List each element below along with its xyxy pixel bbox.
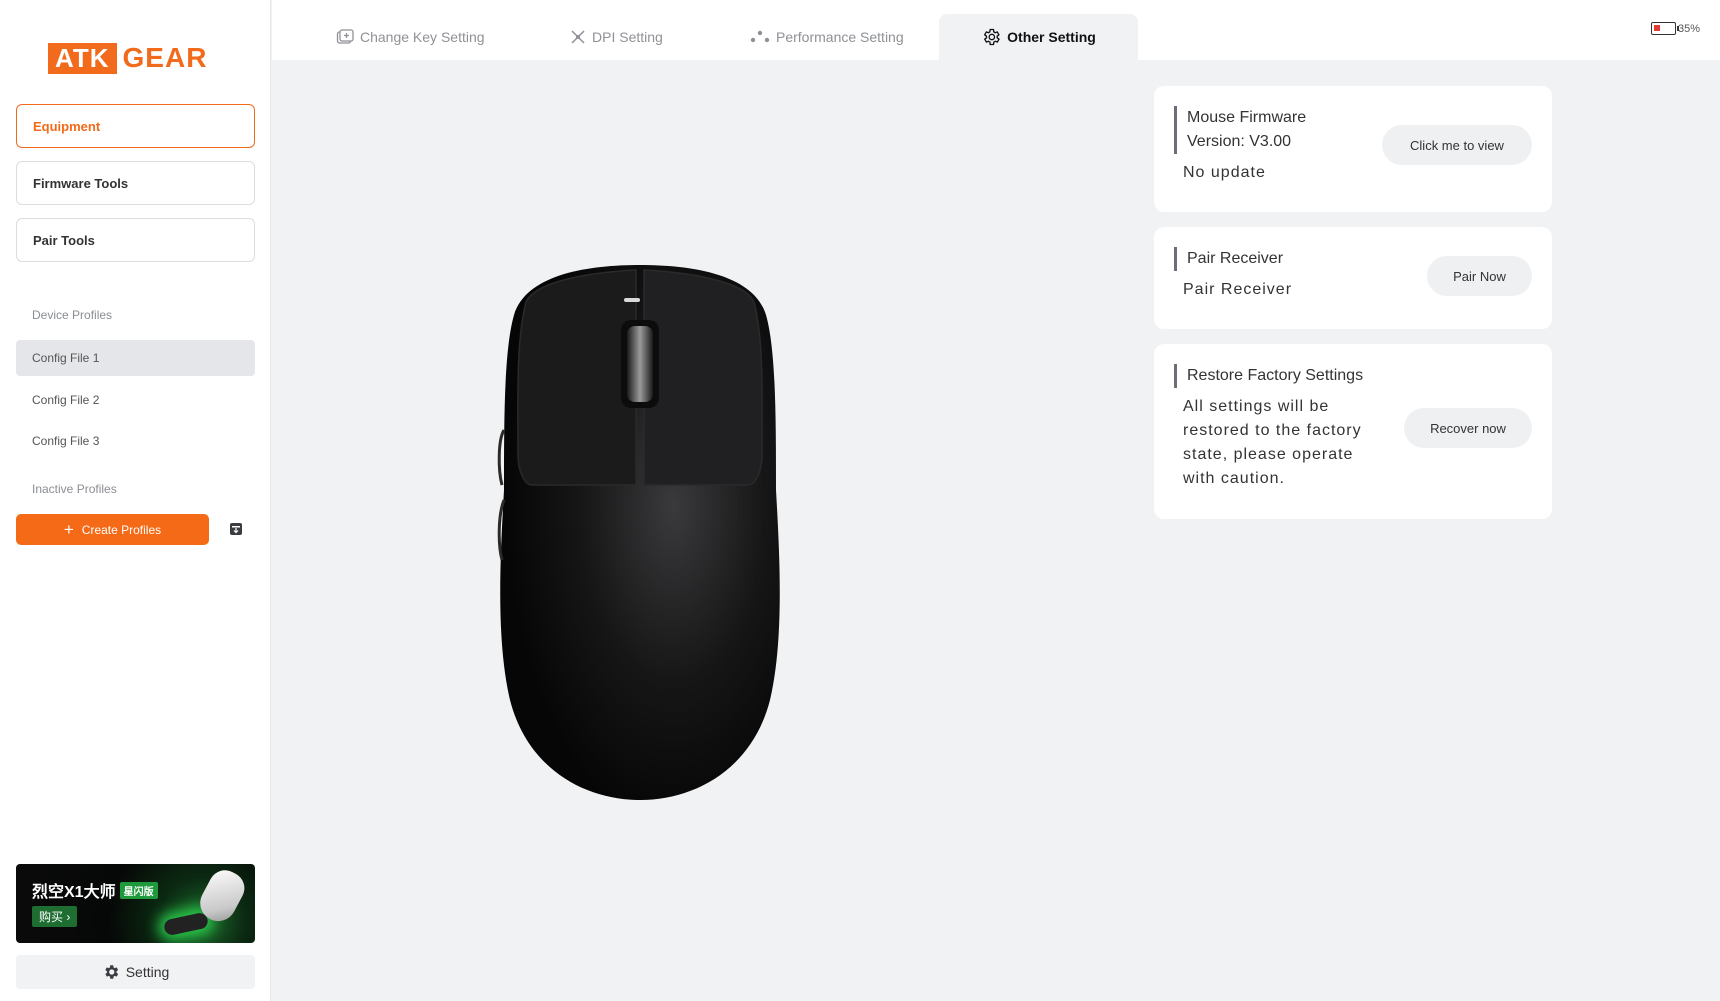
archive-icon[interactable] (229, 522, 243, 536)
profile-item-config-1[interactable]: Config File 1 (16, 340, 255, 376)
plus-icon: + (63, 520, 74, 539)
performance-icon (750, 30, 770, 43)
banner-title: 烈空X1大师 星闪版 (32, 878, 158, 902)
tab-dpi-setting[interactable]: DPI Setting (570, 14, 663, 60)
nav-firmware-tools-button[interactable]: Firmware Tools (16, 161, 255, 205)
battery-indicator: 35% (1650, 22, 1700, 35)
firmware-status: No update (1183, 164, 1266, 181)
brand-logo: ATK GEAR (48, 42, 207, 74)
banner-badge: 星闪版 (119, 882, 158, 899)
tab-performance-setting[interactable]: Performance Setting (750, 14, 904, 60)
promo-banner[interactable]: 烈空X1大师 星闪版 购买 › (16, 864, 255, 943)
mouse-product-image (497, 265, 780, 800)
tab-label: Change Key Setting (360, 29, 485, 45)
restore-factory-desc: All settings will be restored to the fac… (1183, 395, 1362, 491)
nav-equipment-button[interactable]: Equipment (16, 104, 255, 148)
setting-label: Setting (125, 964, 170, 980)
tab-label: Performance Setting (776, 29, 904, 45)
create-profiles-label: Create Profiles (81, 522, 162, 537)
view-firmware-button[interactable]: Click me to view (1382, 125, 1532, 165)
dpi-icon (571, 30, 585, 44)
gear-icon (983, 28, 1001, 46)
battery-percent: 35% (1677, 22, 1700, 35)
firmware-card-title: Mouse Firmware Version: V3.00 (1174, 106, 1306, 154)
pair-receiver-card: Pair Receiver Pair Receiver Pair Now (1154, 227, 1552, 329)
firmware-version: Version: V3.00 (1187, 133, 1292, 150)
banner-title-text: 烈空X1大师 (32, 884, 116, 901)
setting-button[interactable]: Setting (16, 955, 255, 989)
key-icon (336, 29, 354, 44)
create-profiles-button[interactable]: + Create Profiles (16, 514, 209, 545)
firmware-title-line1: Mouse Firmware (1187, 109, 1307, 126)
pair-receiver-desc: Pair Receiver (1183, 281, 1293, 298)
tab-bar: Change Key Setting DPI Setting Performan… (272, 0, 1720, 60)
firmware-card: Mouse Firmware Version: V3.00 No update … (1154, 86, 1552, 212)
restore-factory-card: Restore Factory Settings All settings wi… (1154, 344, 1552, 519)
nav-pair-tools-button[interactable]: Pair Tools (16, 218, 255, 262)
battery-icon (1650, 22, 1679, 35)
inactive-profiles-label: Inactive Profiles (32, 482, 117, 496)
pair-receiver-title: Pair Receiver (1174, 247, 1283, 271)
logo-gear: GEAR (122, 42, 208, 73)
restore-desc-line: All settings will be (1183, 398, 1330, 415)
restore-desc-line: with caution. (1183, 470, 1285, 487)
tab-other-setting[interactable]: Other Setting (939, 14, 1138, 60)
profile-item-config-3[interactable]: Config File 3 (16, 423, 255, 459)
device-profiles-label: Device Profiles (32, 308, 113, 322)
battery-level (1653, 25, 1660, 31)
tab-label: DPI Setting (592, 29, 663, 45)
restore-desc-line: state, please operate (1183, 446, 1354, 463)
gear-icon (105, 965, 118, 979)
banner-buy-button[interactable]: 购买 › (32, 906, 78, 927)
sidebar: ATK GEAR Equipment Firmware Tools Pair T… (0, 0, 271, 1001)
restore-factory-title: Restore Factory Settings (1174, 364, 1363, 388)
restore-desc-line: restored to the factory (1183, 422, 1362, 439)
banner-mouse-glow (162, 911, 210, 937)
profile-item-config-2[interactable]: Config File 2 (16, 382, 255, 418)
recover-now-button[interactable]: Recover now (1404, 408, 1532, 448)
tab-label: Other Setting (1007, 29, 1096, 45)
tab-change-key-setting[interactable]: Change Key Setting (336, 14, 485, 60)
logo-atk: ATK (48, 42, 117, 74)
pair-now-button[interactable]: Pair Now (1427, 256, 1532, 296)
